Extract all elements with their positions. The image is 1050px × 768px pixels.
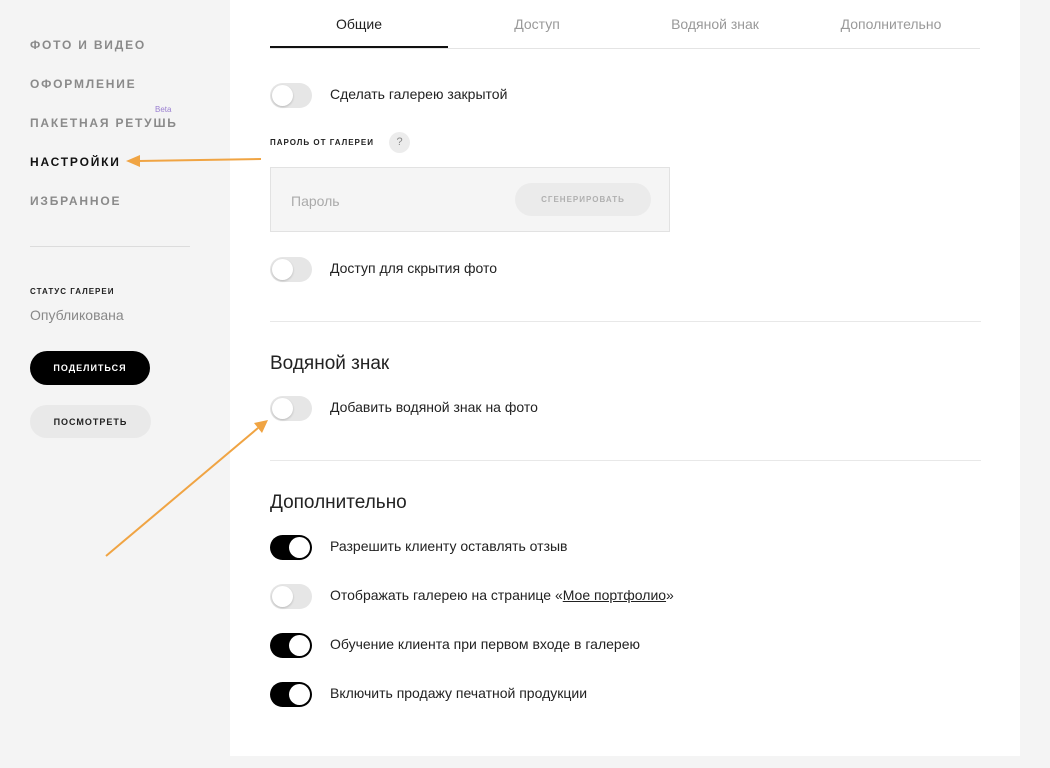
- sidebar-item-batch-retouch[interactable]: ПАКЕТНАЯ РЕТУШЬ: [30, 116, 178, 130]
- tab-access[interactable]: Доступ: [448, 16, 626, 32]
- portfolio-toggle[interactable]: [270, 584, 312, 609]
- client-onboarding-toggle[interactable]: [270, 633, 312, 658]
- tab-additional[interactable]: Дополнительно: [802, 16, 980, 32]
- add-watermark-toggle[interactable]: [270, 396, 312, 421]
- hide-photos-label: Доступ для скрытия фото: [330, 260, 497, 276]
- add-watermark-label: Добавить водяной знак на фото: [330, 399, 538, 415]
- beta-badge: Beta: [155, 105, 172, 114]
- tab-watermark[interactable]: Водяной знак: [626, 16, 804, 32]
- sidebar-divider: [30, 246, 190, 247]
- additional-section-title: Дополнительно: [270, 492, 407, 513]
- close-gallery-label: Сделать галерею закрытой: [330, 86, 508, 102]
- toggle-knob: [289, 684, 310, 705]
- toggle-knob: [272, 259, 293, 280]
- sidebar-item-photo-video[interactable]: ФОТО И ВИДЕО: [30, 38, 146, 52]
- gallery-status-value: Опубликована: [30, 307, 124, 323]
- section-divider: [270, 460, 981, 461]
- toggle-knob: [289, 537, 310, 558]
- client-review-label: Разрешить клиенту оставлять отзыв: [330, 538, 568, 554]
- toggle-knob: [289, 635, 310, 656]
- portfolio-label-before: Отображать галерею на странице «: [330, 587, 563, 603]
- portfolio-label-after: »: [666, 587, 674, 603]
- toggle-knob: [272, 398, 293, 419]
- settings-panel: Общие Доступ Водяной знак Дополнительно …: [230, 0, 1020, 756]
- sidebar-item-design[interactable]: ОФОРМЛЕНИЕ: [30, 77, 136, 91]
- view-button[interactable]: ПОСМОТРЕТЬ: [30, 405, 151, 438]
- sidebar: ФОТО И ВИДЕО ОФОРМЛЕНИЕ ПАКЕТНАЯ РЕТУШЬ …: [0, 0, 230, 768]
- password-label: ПАРОЛЬ ОТ ГАЛЕРЕИ: [270, 138, 374, 147]
- print-sales-label: Включить продажу печатной продукции: [330, 685, 588, 701]
- password-box: СГЕНЕРИРОВАТЬ: [270, 167, 670, 232]
- share-button[interactable]: ПОДЕЛИТЬСЯ: [30, 351, 150, 385]
- section-divider: [270, 321, 981, 322]
- watermark-section-title: Водяной знак: [270, 353, 390, 374]
- gallery-status-label: СТАТУС ГАЛЕРЕИ: [30, 287, 115, 296]
- settings-tabs: Общие Доступ Водяной знак Дополнительно: [270, 0, 980, 49]
- hide-photos-toggle[interactable]: [270, 257, 312, 282]
- generate-password-button[interactable]: СГЕНЕРИРОВАТЬ: [515, 183, 651, 216]
- toggle-knob: [272, 85, 293, 106]
- help-icon[interactable]: ?: [389, 132, 410, 153]
- client-onboarding-label: Обучение клиента при первом входе в гале…: [330, 636, 640, 652]
- portfolio-label: Отображать галерею на странице «Мое порт…: [330, 587, 674, 603]
- active-tab-indicator: [270, 46, 448, 48]
- my-portfolio-link[interactable]: Мое портфолио: [563, 587, 666, 603]
- close-gallery-toggle[interactable]: [270, 83, 312, 108]
- password-input[interactable]: [291, 190, 491, 212]
- client-review-toggle[interactable]: [270, 535, 312, 560]
- print-sales-toggle[interactable]: [270, 682, 312, 707]
- sidebar-item-favorites[interactable]: ИЗБРАННОЕ: [30, 194, 121, 208]
- tab-general[interactable]: Общие: [270, 16, 448, 32]
- toggle-knob: [272, 586, 293, 607]
- sidebar-item-settings[interactable]: НАСТРОЙКИ: [30, 155, 121, 169]
